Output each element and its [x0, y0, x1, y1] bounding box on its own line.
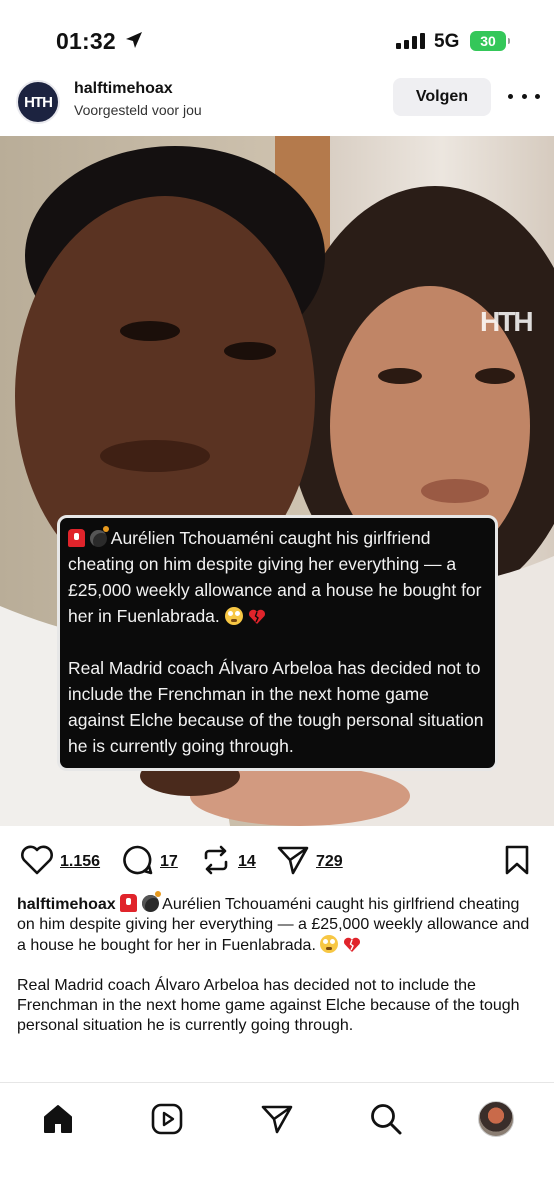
- like-action[interactable]: 1.156: [20, 840, 100, 884]
- profile-avatar-icon[interactable]: [476, 1099, 516, 1139]
- battery-level: 30: [480, 33, 496, 49]
- post-header: HTH halftimehoax Voorgesteld voor jou Vo…: [0, 78, 554, 136]
- post-username[interactable]: halftimehoax: [74, 80, 173, 98]
- repost-icon[interactable]: [200, 844, 232, 881]
- account-avatar[interactable]: HTH: [16, 80, 60, 124]
- follow-button[interactable]: Volgen: [393, 78, 491, 116]
- status-time: 01:32: [56, 28, 116, 54]
- image-caption-paragraph-2: Real Madrid coach Álvaro Arbeloa has dec…: [68, 658, 484, 756]
- bomb-emoji-icon: [141, 891, 161, 912]
- reels-icon[interactable]: [147, 1099, 187, 1139]
- post-actions: 1.156 17 14 729: [0, 840, 554, 884]
- broken-heart-emoji-icon: [248, 609, 266, 625]
- image-caption-card: Aurélien Tchouaméni caught his girlfrien…: [57, 515, 498, 771]
- share-action[interactable]: 729: [276, 840, 343, 884]
- direct-message-icon[interactable]: [257, 1099, 297, 1139]
- image-caption-text-1: Aurélien Tchouaméni caught his girlfrien…: [68, 528, 482, 626]
- police-light-emoji-icon: [68, 529, 85, 547]
- profile-avatar[interactable]: [478, 1101, 514, 1137]
- watermark-logo: HTH: [480, 306, 534, 337]
- police-light-emoji-icon: [120, 894, 138, 912]
- post-image[interactable]: HTH Aurélien Tchouaméni caught his girlf…: [0, 136, 554, 826]
- flushed-face-emoji-icon: [320, 935, 339, 953]
- cellular-signal-icon: [396, 33, 425, 49]
- bomb-emoji-icon: [89, 526, 109, 547]
- repost-count[interactable]: 14: [238, 853, 256, 871]
- flushed-face-emoji-icon: [224, 607, 243, 625]
- caption-username[interactable]: halftimehoax: [17, 896, 116, 913]
- suggested-label: Voorgesteld voor jou: [74, 102, 202, 118]
- location-arrow-icon: [124, 30, 144, 55]
- caption-paragraph-2: Real Madrid coach Álvaro Arbeloa has dec…: [17, 977, 520, 1034]
- send-icon[interactable]: [276, 844, 310, 881]
- broken-heart-emoji-icon: [343, 937, 361, 953]
- share-count[interactable]: 729: [316, 853, 343, 871]
- battery-icon: 30: [470, 31, 510, 51]
- post-caption: halftimehoax Aurélien Tchouaméni caught …: [17, 891, 537, 1036]
- bookmark-icon[interactable]: [504, 844, 530, 881]
- search-icon[interactable]: [366, 1099, 406, 1139]
- caption-paragraph-1: halftimehoax Aurélien Tchouaméni caught …: [17, 891, 537, 956]
- network-type: 5G: [434, 31, 460, 52]
- image-caption-paragraph-1: Aurélien Tchouaméni caught his girlfrien…: [68, 525, 487, 629]
- comment-count[interactable]: 17: [160, 853, 178, 871]
- avatar-logo-text: HTH: [24, 93, 53, 111]
- bottom-navigation: [0, 1082, 554, 1200]
- heart-icon[interactable]: [20, 845, 54, 880]
- save-action[interactable]: [504, 840, 530, 884]
- more-options-icon[interactable]: [508, 86, 540, 106]
- like-count[interactable]: 1.156: [60, 853, 100, 871]
- status-bar: 01:32 5G 30: [0, 0, 554, 80]
- comment-action[interactable]: 17: [122, 840, 178, 884]
- repost-action[interactable]: 14: [200, 840, 256, 884]
- comment-icon[interactable]: [122, 844, 154, 881]
- home-icon[interactable]: [38, 1099, 78, 1139]
